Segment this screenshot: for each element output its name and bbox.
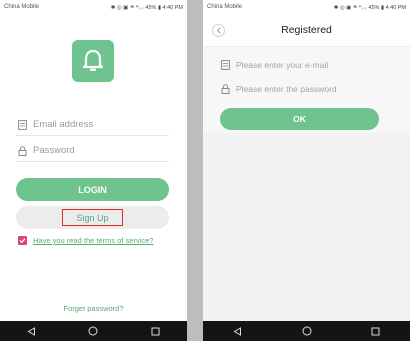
password-input[interactable]: [33, 145, 153, 156]
terms-row: Have you read the terms of service?: [18, 236, 153, 245]
nav-home-button[interactable]: [83, 321, 103, 341]
nav-recents-button[interactable]: [366, 321, 386, 341]
login-screen: China Mobile ✱ ◎ ▣ ≗ ᴴ⸝⸝ 45% ▮ 4:40 PM L…: [0, 0, 187, 341]
nav-back-button[interactable]: [21, 321, 41, 341]
page-title: Registered: [281, 24, 332, 36]
recents-square-icon: [371, 327, 380, 335]
terms-checkbox[interactable]: [18, 236, 27, 245]
nav-bar: [203, 321, 410, 341]
recents-square-icon: [151, 327, 160, 335]
status-bar: China Mobile ✱ ◎ ▣ ≗ ᴴ⸝⸝ 45% ▮ 4:40 PM: [203, 0, 410, 14]
app-logo: [72, 40, 114, 82]
checkmark-icon: [19, 238, 26, 244]
back-triangle-icon: [27, 326, 35, 336]
password-field[interactable]: [16, 140, 169, 162]
email-field[interactable]: [16, 114, 169, 136]
nav-back-button[interactable]: [228, 321, 248, 341]
status-indicators: ✱ ◎ ▣ ≗ ᴴ⸝⸝ 45% ▮ 4:40 PM: [110, 5, 183, 11]
lock-icon: [16, 145, 28, 157]
status-indicators: ✱ ◎ ▣ ≗ ᴴ⸝⸝ 45% ▮ 4:40 PM: [333, 5, 406, 11]
email-icon: [219, 59, 231, 71]
email-input[interactable]: [33, 119, 153, 130]
carrier-label: China Mobile: [4, 4, 40, 10]
status-bar: China Mobile ✱ ◎ ▣ ≗ ᴴ⸝⸝ 45% ▮ 4:40 PM: [0, 0, 187, 14]
register-email-input[interactable]: [236, 60, 386, 70]
lock-icon: [219, 83, 231, 95]
back-triangle-icon: [233, 326, 241, 336]
register-screen: China Mobile ✱ ◎ ▣ ≗ ᴴ⸝⸝ 45% ▮ 4:40 PM R…: [203, 0, 410, 341]
forgot-password-link[interactable]: Forget password?: [0, 304, 187, 313]
ok-button[interactable]: OK: [220, 108, 379, 130]
home-circle-icon: [88, 326, 98, 336]
chevron-left-icon: [216, 27, 221, 34]
email-icon: [16, 119, 28, 131]
nav-recents-button[interactable]: [146, 321, 166, 341]
nav-home-button[interactable]: [297, 321, 317, 341]
nav-bar: [0, 321, 187, 341]
bell-icon: [82, 49, 104, 71]
signup-highlight-box: [62, 209, 123, 226]
register-header: Registered: [203, 14, 410, 47]
home-circle-icon: [302, 326, 311, 336]
empty-area: [203, 133, 410, 321]
terms-link[interactable]: Have you read the terms of service?: [33, 236, 153, 245]
back-button[interactable]: [212, 24, 225, 37]
carrier-label: China Mobile: [207, 4, 243, 10]
register-email-field[interactable]: [219, 54, 399, 76]
register-password-input[interactable]: [236, 84, 386, 94]
login-button[interactable]: LOGIN: [16, 178, 169, 201]
register-password-field[interactable]: [219, 78, 399, 100]
